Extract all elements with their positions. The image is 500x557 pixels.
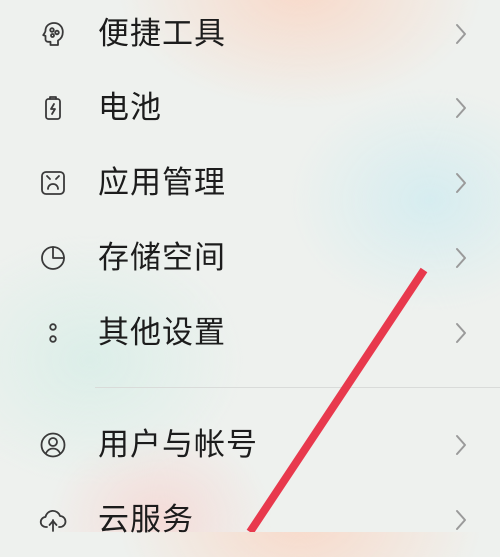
- settings-item-label: 其他设置: [98, 315, 226, 351]
- chevron-right-icon: [452, 320, 470, 346]
- more-dots-icon: [39, 319, 67, 347]
- settings-item-cloud-service[interactable]: 云服务: [0, 483, 500, 557]
- storage-pie-icon: [39, 244, 67, 272]
- settings-list: 便捷工具 电池 应用管理 存储空间 其他设置 用户与帐号 云服务: [0, 0, 500, 538]
- settings-item-user-account[interactable]: 用户与帐号: [0, 408, 500, 482]
- settings-item-label: 应用管理: [98, 165, 226, 201]
- app-management-icon: [39, 169, 67, 197]
- convenience-tools-icon: [39, 20, 67, 48]
- chevron-right-icon: [452, 507, 470, 533]
- chevron-right-icon: [452, 21, 470, 47]
- settings-item-app-management[interactable]: 应用管理: [0, 146, 500, 220]
- settings-item-storage[interactable]: 存储空间: [0, 221, 500, 295]
- settings-item-convenience-tools[interactable]: 便捷工具: [0, 0, 500, 71]
- cloud-service-icon: [39, 506, 67, 534]
- settings-item-battery[interactable]: 电池: [0, 71, 500, 145]
- section-divider: [95, 387, 500, 388]
- settings-item-label: 云服务: [98, 502, 194, 538]
- settings-item-label: 电池: [98, 90, 162, 126]
- settings-item-label: 便捷工具: [98, 16, 226, 52]
- chevron-right-icon: [452, 170, 470, 196]
- chevron-right-icon: [452, 432, 470, 458]
- settings-item-label: 存储空间: [98, 240, 226, 276]
- settings-item-other-settings[interactable]: 其他设置: [0, 296, 500, 370]
- user-account-icon: [39, 431, 67, 459]
- chevron-right-icon: [452, 95, 470, 121]
- battery-icon: [39, 94, 67, 122]
- settings-item-label: 用户与帐号: [98, 427, 258, 463]
- chevron-right-icon: [452, 245, 470, 271]
